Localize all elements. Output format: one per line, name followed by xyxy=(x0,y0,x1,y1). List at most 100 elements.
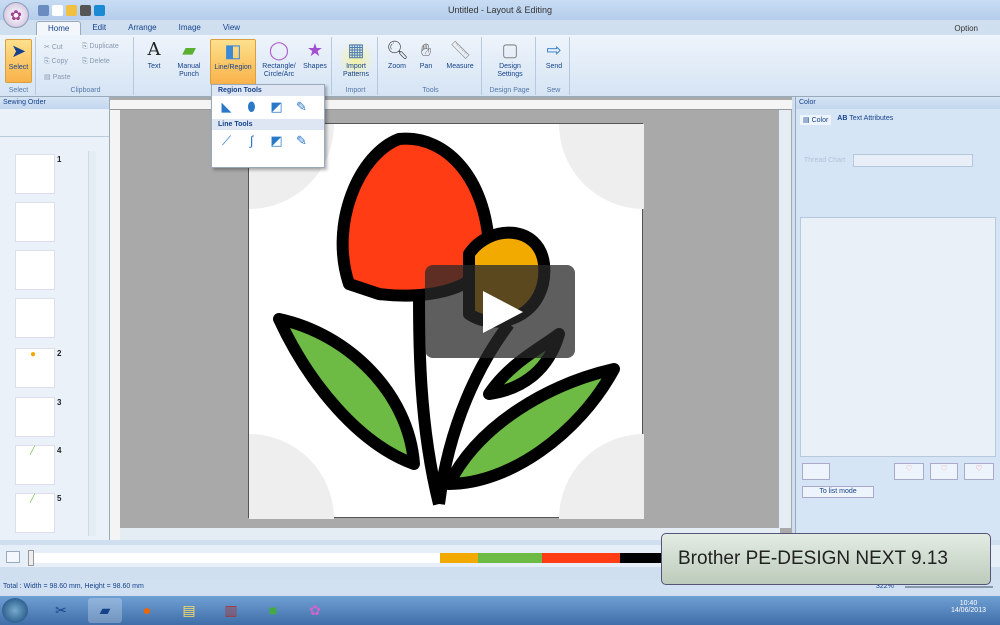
thread-button[interactable] xyxy=(802,463,830,480)
clock-time[interactable]: 10:40 xyxy=(951,600,986,607)
ruler-icon: 📏︎ xyxy=(449,40,472,60)
star-icon: ★ xyxy=(306,40,324,60)
tab-home[interactable]: Home xyxy=(36,21,82,35)
region-curve-icon[interactable]: ⬮ xyxy=(242,99,261,116)
sticky-notes-icon[interactable]: ▰ xyxy=(88,598,122,623)
list-item[interactable] xyxy=(15,250,55,290)
shapes-button[interactable]: ★ Shapes xyxy=(300,39,330,71)
punch-icon: ▰ xyxy=(182,40,196,60)
vertical-ruler xyxy=(110,110,120,540)
tab-arrange[interactable]: Arrange xyxy=(117,21,167,35)
group-label: Clipboard xyxy=(70,87,101,94)
window-title: Untitled - Layout & Editing xyxy=(447,5,553,15)
send-button[interactable]: ⇨ Send xyxy=(542,39,566,71)
duplicate-button[interactable]: ⎘ Duplicate xyxy=(82,43,119,51)
pe-design-icon[interactable]: ✿ xyxy=(298,598,332,623)
import-patterns-button[interactable]: ▦ Import Patterns xyxy=(338,39,374,79)
option-menu[interactable]: Option xyxy=(954,24,978,33)
tab-image[interactable]: Image xyxy=(168,21,212,35)
color-list[interactable] xyxy=(800,217,996,457)
thread-chart-label: Thread Chart xyxy=(804,157,846,164)
copy-label: Copy xyxy=(51,58,68,65)
list-item[interactable]: ╱ xyxy=(15,445,55,485)
line-curve-icon[interactable]: ∫ xyxy=(242,133,261,150)
zoom-slider[interactable] xyxy=(905,586,993,588)
firefox-icon[interactable]: ● xyxy=(130,598,164,623)
heart-icon[interactable]: ♡ xyxy=(930,463,958,480)
line-region-icon: ◧ xyxy=(224,41,242,61)
list-item[interactable]: ╱ xyxy=(15,493,55,533)
clock-date[interactable]: 14/06/2013 xyxy=(951,607,986,614)
region-brush-icon[interactable]: ✎ xyxy=(292,99,311,116)
rectangle-circle-button[interactable]: ◯ Rectangle/ Circle/Arc xyxy=(258,39,300,79)
measure-button[interactable]: 📏︎ Measure xyxy=(442,39,478,71)
order-number: 1 xyxy=(57,155,62,164)
region-polygon-icon[interactable]: ◣ xyxy=(217,99,236,116)
text-button[interactable]: A Text xyxy=(140,39,168,71)
video-play-button[interactable] xyxy=(425,265,575,358)
snipping-tool-icon[interactable]: ✂ xyxy=(44,598,78,623)
manual-punch-label: Manual Punch xyxy=(177,63,201,78)
tab-color[interactable]: ▤ Color xyxy=(800,115,832,125)
tab-view[interactable]: View xyxy=(212,21,251,35)
line-straight-icon[interactable]: ⟋ xyxy=(217,133,236,150)
line-fill-icon[interactable]: ◩ xyxy=(267,133,286,150)
heart-icon[interactable]: ♡ xyxy=(894,463,924,480)
delete-button[interactable]: ⎘ Delete xyxy=(82,58,110,66)
send-icon: ⇨ xyxy=(546,40,562,60)
sewing-order-toolbar[interactable] xyxy=(0,109,109,137)
panel-title: Sewing Order xyxy=(0,97,109,109)
title-bar: ✿ Untitled - Layout & Editing xyxy=(0,0,1000,28)
color-panel: Color ▤ Color AB Text Attributes Thread … xyxy=(795,97,1000,540)
winrar-icon[interactable]: ▥ xyxy=(214,598,248,623)
list-item[interactable] xyxy=(15,298,55,338)
color-segment xyxy=(478,553,542,563)
color-segment xyxy=(440,553,478,563)
thread-chart-select[interactable] xyxy=(853,154,973,167)
start-button[interactable] xyxy=(2,598,28,623)
play-icon xyxy=(483,291,523,333)
cut-button[interactable]: ✂ Cut xyxy=(44,43,63,51)
video-caption: Brother PE-DESIGN NEXT 9.13 xyxy=(661,533,991,585)
line-region-label: Line/Region xyxy=(214,64,252,71)
list-item[interactable] xyxy=(15,202,55,242)
paste-label: Paste xyxy=(52,74,71,81)
region-fill-icon[interactable]: ◩ xyxy=(267,99,286,116)
heart-icon[interactable]: ♡ xyxy=(964,463,994,480)
list-item[interactable]: ● xyxy=(15,348,55,388)
group-label: Sew xyxy=(546,87,561,94)
delete-label: Delete xyxy=(89,58,110,65)
vertical-scrollbar[interactable] xyxy=(779,110,791,528)
scrollbar[interactable] xyxy=(88,151,96,536)
tab-edit[interactable]: Edit xyxy=(81,21,117,35)
list-item[interactable] xyxy=(15,397,55,437)
evernote-icon[interactable]: ■ xyxy=(256,598,290,623)
paste-button[interactable]: ▤ Paste xyxy=(44,73,70,81)
line-brush-icon[interactable]: ✎ xyxy=(292,133,311,150)
rect-label: Rectangle/ Circle/Arc xyxy=(262,63,296,78)
send-label: Send xyxy=(545,63,563,70)
zoom-button[interactable]: 🔍︎ Zoom xyxy=(384,39,410,71)
line-region-button[interactable]: ◧ Line/Region xyxy=(210,39,256,85)
line-region-dropdown: Region Tools ◣ ⬮ ◩ ✎ Line Tools ⟋ ∫ ◩ ✎ xyxy=(211,84,325,168)
explorer-icon[interactable]: ▤ xyxy=(172,598,206,623)
tab-text-attributes[interactable]: AB Text Attributes xyxy=(837,115,893,125)
pan-button[interactable]: ✋︎ Pan xyxy=(414,39,438,71)
arrow-icon: ➤ xyxy=(10,41,27,61)
slider-handle[interactable] xyxy=(28,550,34,566)
list-item[interactable] xyxy=(15,154,55,194)
select-button[interactable]: ➤ Select xyxy=(5,39,32,83)
tab-text-label: Text Attributes xyxy=(849,115,894,122)
sewing-order-panel: Sewing Order 1 ● 2 3 ╱ 4 ╱ 5 xyxy=(0,97,110,540)
group-label: Tools xyxy=(422,87,439,94)
copy-button[interactable]: ⎘ Copy xyxy=(44,58,68,66)
import-icon: ▦ xyxy=(347,40,365,60)
design-settings-button[interactable]: ▢ Design Settings xyxy=(490,39,530,79)
order-number: 2 xyxy=(57,349,62,358)
list-mode-button[interactable]: To list mode xyxy=(802,486,874,498)
manual-punch-button[interactable]: ▰ Manual Punch xyxy=(172,39,206,79)
region-tools-header: Region Tools xyxy=(212,85,324,96)
shapes-label: Shapes xyxy=(303,63,327,70)
rewind-button[interactable] xyxy=(6,551,20,563)
tab-color-label: Color xyxy=(811,117,829,124)
